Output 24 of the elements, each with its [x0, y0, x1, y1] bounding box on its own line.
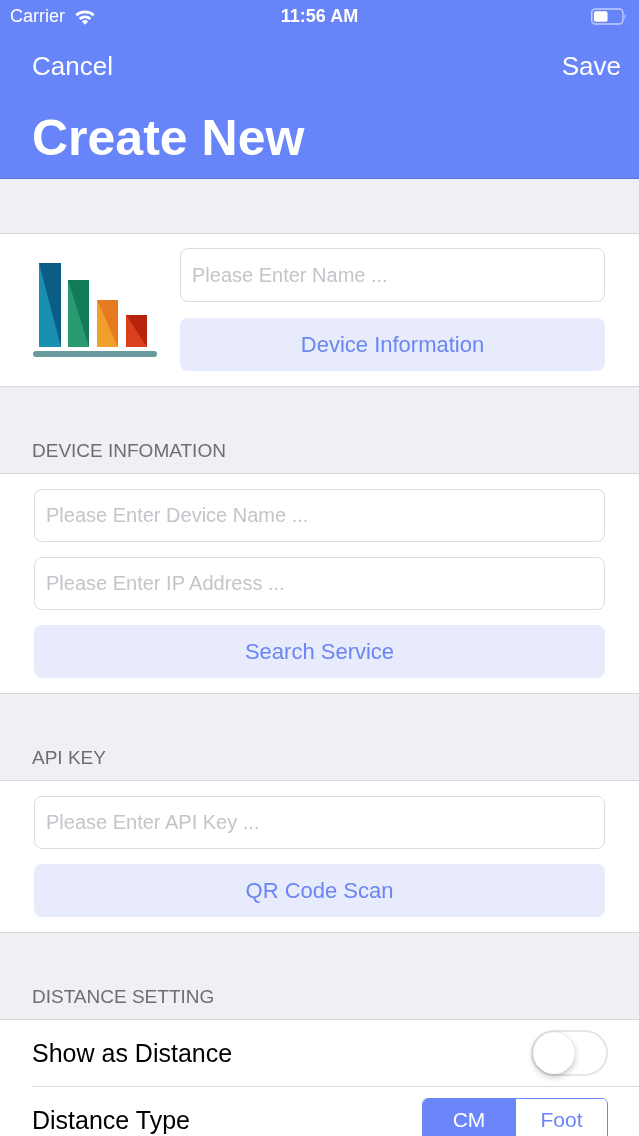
device-information-button[interactable]: Device Information — [180, 318, 605, 371]
row-label: Show as Distance — [32, 1038, 233, 1068]
name-input[interactable]: Please Enter Name ... — [180, 248, 605, 302]
carrier-label: Carrier — [10, 6, 65, 27]
page-title: Create New — [31, 113, 306, 163]
action-button[interactable]: QR Code Scan — [34, 864, 605, 917]
cancel-button[interactable]: Cancel — [32, 50, 113, 82]
status-time: 11:56 AM — [280, 6, 359, 27]
section-header: DEVICE INFOMATION — [32, 440, 226, 462]
bar-chart-icon — [33, 262, 157, 359]
section-header: DISTANCE SETTING — [32, 986, 215, 1008]
segment-option[interactable]: CM — [423, 1099, 515, 1136]
battery-icon — [591, 8, 627, 25]
segmented-control[interactable]: CM Foot — [422, 1098, 608, 1136]
action-button[interactable]: Search Service — [34, 625, 605, 678]
toggle-switch[interactable] — [531, 1030, 608, 1076]
save-button[interactable]: Save — [561, 50, 621, 82]
segment-option[interactable]: Foot — [515, 1099, 607, 1136]
text-input[interactable]: Please Enter Device Name ... — [34, 489, 605, 542]
text-input[interactable]: Please Enter API Key ... — [34, 796, 605, 849]
wifi-icon — [74, 8, 96, 25]
row-label: Distance Type — [32, 1105, 190, 1135]
text-input[interactable]: Please Enter IP Address ... — [34, 557, 605, 610]
section-header: API KEY — [32, 747, 106, 769]
